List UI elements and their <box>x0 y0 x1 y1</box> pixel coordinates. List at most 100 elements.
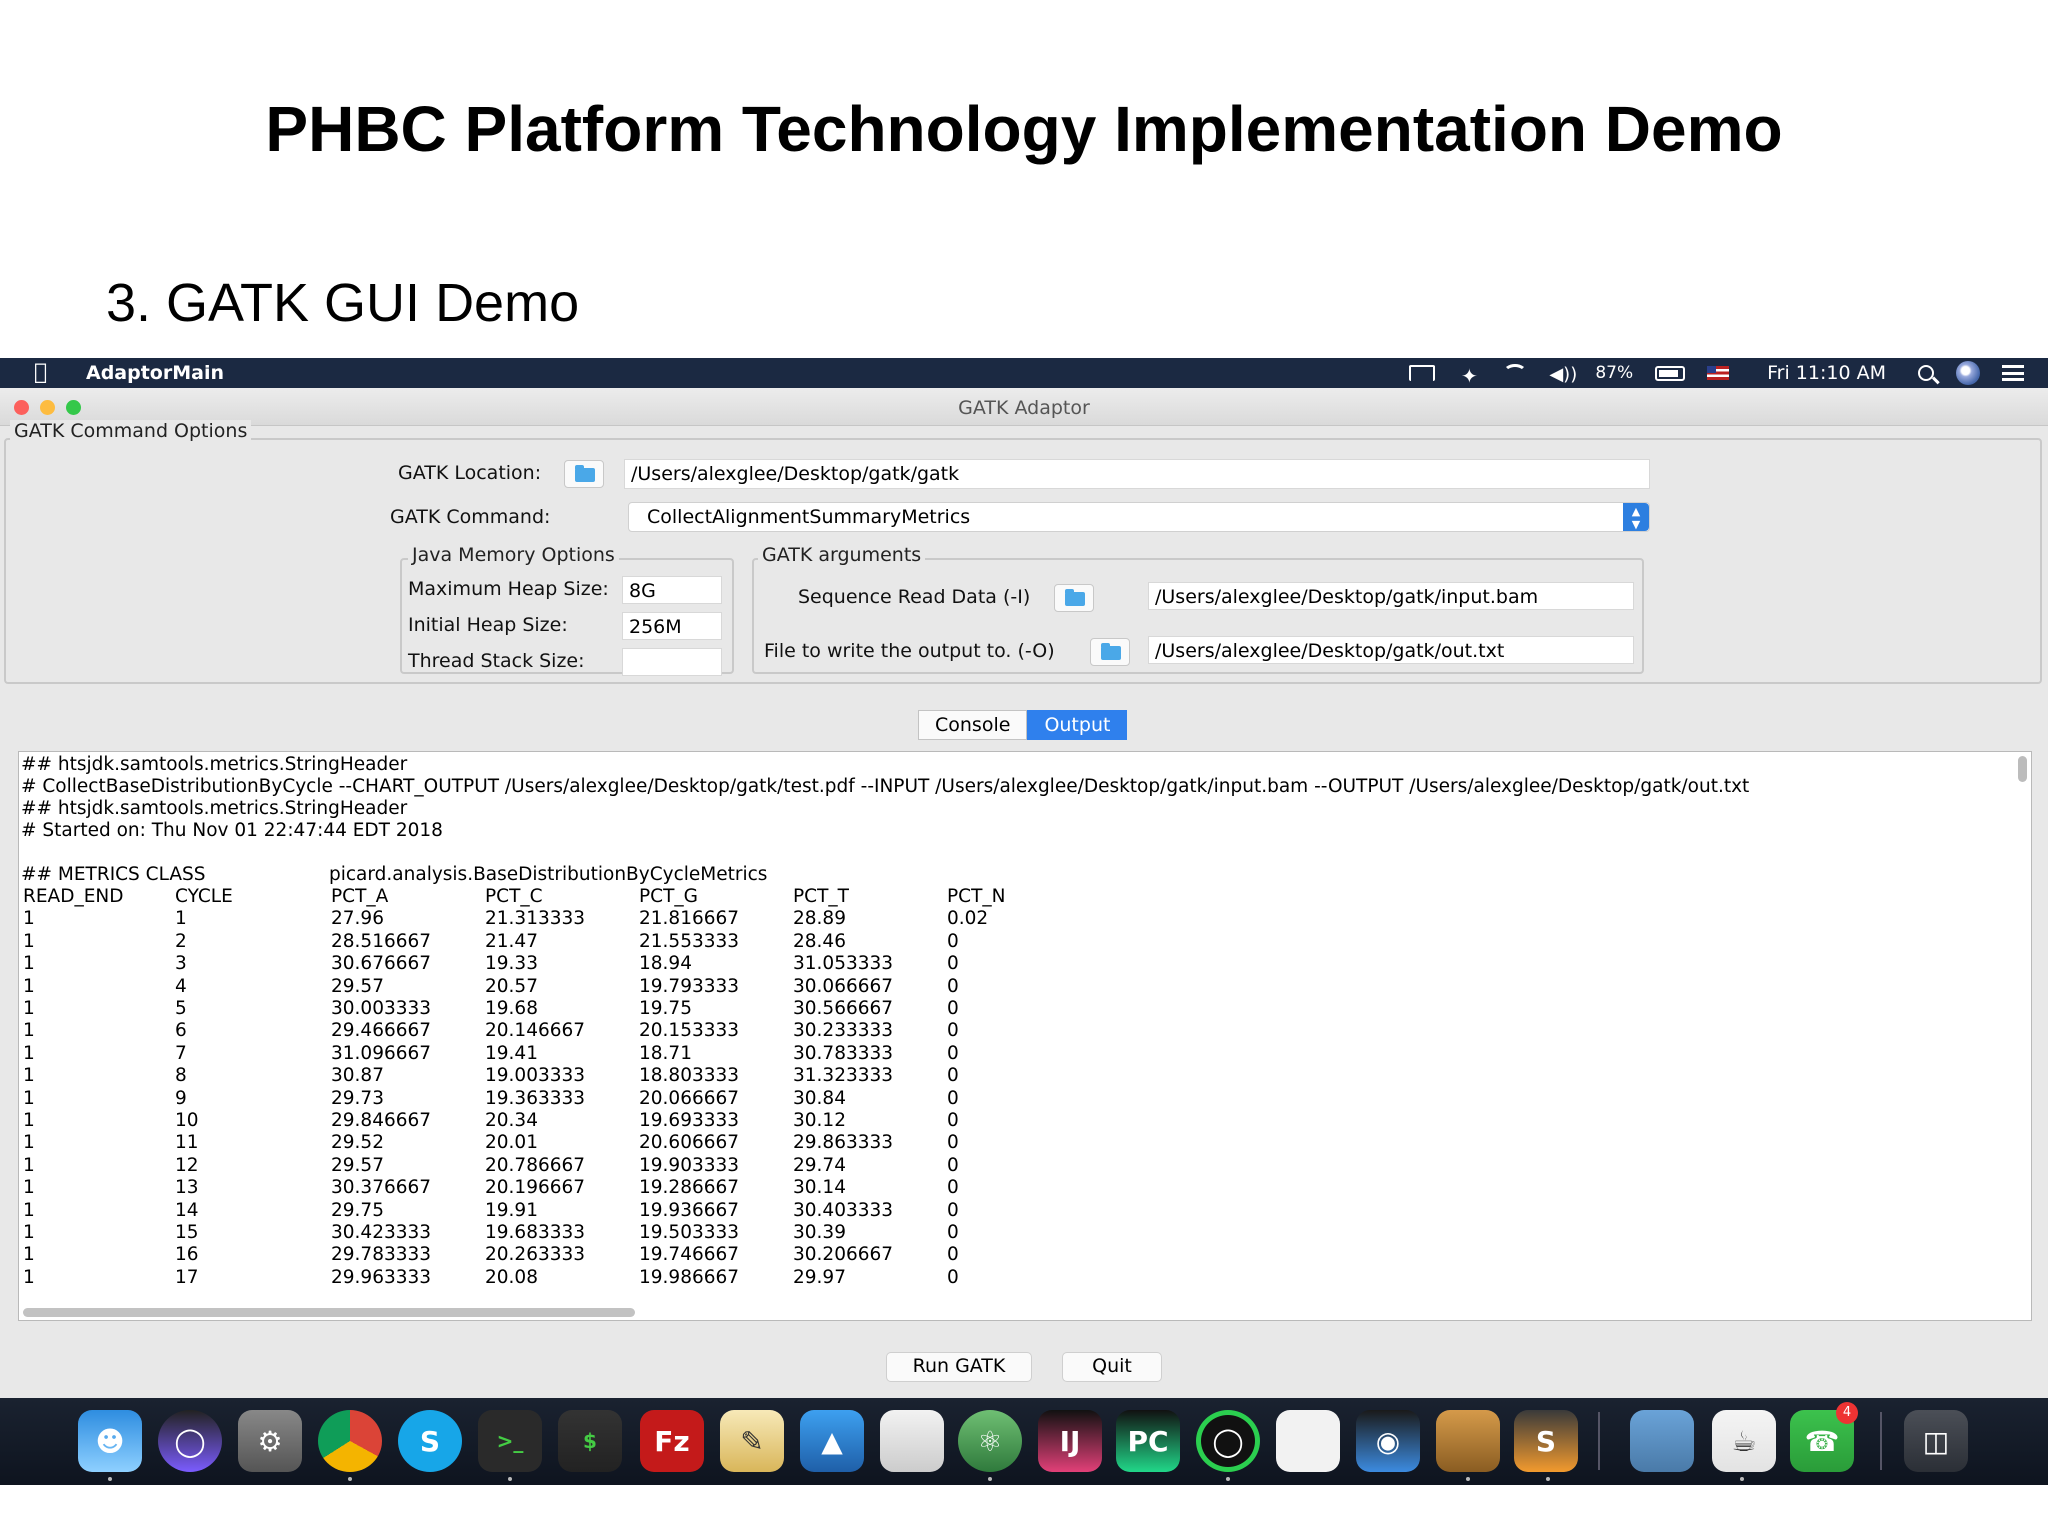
table-cell: 19.986667 <box>639 1266 740 1288</box>
table-cell: 0 <box>947 1087 959 1109</box>
output-text-area[interactable]: ## htsjdk.samtools.metrics.StringHeader … <box>18 751 2032 1321</box>
intellij-icon[interactable]: IJ <box>1038 1410 1102 1472</box>
gatk-command-select[interactable]: CollectAlignmentSummaryMetrics ▲ ▼ <box>628 502 1650 532</box>
input-bam-browse-button[interactable] <box>1054 584 1094 612</box>
kindle-icon[interactable] <box>1276 1410 1340 1472</box>
list-icon[interactable] <box>2002 365 2024 381</box>
menubar:  AdaptorMain ✦ ◀)) 87% Fri 11:10 AM <box>0 358 2048 388</box>
tab-output[interactable]: Output <box>1027 710 1128 740</box>
terminal-alt-icon[interactable]: $ <box>558 1410 622 1472</box>
table-cell: 27.96 <box>331 908 384 930</box>
table-cell: 20.786667 <box>485 1154 586 1176</box>
terminal-icon[interactable]: >_ <box>478 1410 542 1472</box>
spinner-app-icon[interactable]: ◯ <box>1196 1410 1260 1472</box>
table-cell: 1 <box>23 930 35 952</box>
table-cell: 0 <box>947 1065 959 1087</box>
table-cell: 30.566667 <box>793 998 894 1019</box>
running-indicator <box>1466 1477 1470 1481</box>
output-file-field[interactable]: /Users/alexglee/Desktop/gatk/out.txt <box>1148 636 1634 664</box>
initial-heap-label: Initial Heap Size: <box>408 614 568 636</box>
table-cell: 0 <box>947 998 959 1019</box>
menubar-clock[interactable]: Fri 11:10 AM <box>1767 362 1886 384</box>
table-row: 1 6 29.466667 20.146667 20.153333 30.233333 0 <box>21 1020 1221 1042</box>
search-icon[interactable] <box>1918 365 1934 381</box>
gatk-arguments-legend: GATK arguments <box>758 544 926 566</box>
chevron-updown-icon: ▲ ▼ <box>1623 503 1649 531</box>
volume-icon[interactable]: ◀)) <box>1549 364 1577 385</box>
chrome-icon[interactable] <box>318 1410 382 1472</box>
wifi-icon[interactable] <box>1503 364 1528 382</box>
system-preferences-icon[interactable]: ⚙ <box>238 1410 302 1472</box>
skype-icon[interactable]: S <box>398 1410 462 1472</box>
table-cell: 0.02 <box>947 908 989 930</box>
thread-stack-label: Thread Stack Size: <box>408 650 585 672</box>
table-column-header: PCT_G <box>639 886 698 907</box>
table-cell: 30.423333 <box>331 1222 432 1243</box>
table-cell: 30.84 <box>793 1087 846 1109</box>
table-cell: 28.46 <box>793 930 846 952</box>
table-cell: 29.846667 <box>331 1110 432 1131</box>
table-cell: 16 <box>175 1244 199 1266</box>
preview-icon[interactable] <box>1630 1410 1694 1472</box>
table-cell: 18.803333 <box>639 1065 740 1087</box>
run-gatk-button[interactable]: Run GATK <box>886 1352 1032 1382</box>
finder-icon[interactable]: ☻ <box>78 1410 142 1472</box>
box-app-icon[interactable] <box>1436 1410 1500 1472</box>
keynote-icon[interactable]: ▲ <box>800 1410 864 1472</box>
table-cell: 20.146667 <box>485 1020 586 1042</box>
vertical-scrollbar[interactable] <box>2018 756 2027 782</box>
folder-icon <box>575 465 595 482</box>
gatk-location-browse-button[interactable] <box>564 460 604 488</box>
facetime-icon[interactable]: ☎ 4 <box>1790 1402 1858 1472</box>
output-file-label: File to write the output to. (-O) <box>764 640 1055 662</box>
thread-stack-field[interactable] <box>622 648 722 676</box>
battery-icon[interactable] <box>1655 365 1686 381</box>
apple-icon[interactable]:  <box>34 360 47 385</box>
table-cell: 10 <box>175 1110 199 1131</box>
table-cell: 1 <box>23 1244 35 1266</box>
table-cell: 29.74 <box>793 1154 846 1176</box>
tab-console[interactable]: Console <box>918 710 1028 740</box>
table-cell: 7 <box>175 1042 187 1064</box>
table-cell: 1 <box>23 1266 35 1288</box>
siri-icon[interactable]: ◯ <box>158 1410 222 1472</box>
table-cell: 20.263333 <box>485 1244 586 1266</box>
flag-icon[interactable] <box>1707 366 1730 380</box>
pycharm-icon[interactable]: PC <box>1116 1410 1180 1472</box>
max-heap-field[interactable]: 8G <box>622 576 722 604</box>
sublime-icon[interactable]: S <box>1514 1410 1578 1472</box>
java-icon[interactable]: ☕ <box>1712 1410 1776 1472</box>
menubar-app-name[interactable]: AdaptorMain <box>86 362 224 384</box>
table-row: 1 10 29.846667 20.34 19.693333 30.12 0 <box>21 1110 1221 1132</box>
siri-icon[interactable] <box>1956 361 1980 385</box>
input-bam-field[interactable]: /Users/alexglee/Desktop/gatk/input.bam <box>1148 582 1634 610</box>
horizontal-scrollbar[interactable] <box>23 1308 635 1317</box>
gatk-location-field[interactable]: /Users/alexglee/Desktop/gatk/gatk <box>624 459 1650 489</box>
running-indicator <box>508 1477 512 1481</box>
quit-button[interactable]: Quit <box>1062 1352 1162 1382</box>
table-cell: 1 <box>23 1177 35 1199</box>
airplay-icon[interactable] <box>1409 365 1436 381</box>
bluetooth-icon[interactable]: ✦ <box>1457 364 1481 388</box>
battery-percent[interactable]: 87% <box>1595 363 1633 383</box>
pages-icon[interactable] <box>880 1410 944 1472</box>
table-cell: 30.233333 <box>793 1020 894 1042</box>
table-row: 1 4 29.57 20.57 19.793333 30.066667 0 <box>21 976 1221 998</box>
table-cell: 30.87 <box>331 1065 384 1087</box>
quicktime-icon[interactable]: ◉ <box>1356 1410 1420 1472</box>
table-cell: 1 <box>23 975 35 997</box>
textedit-icon[interactable]: ✎ <box>720 1410 784 1472</box>
table-cell: 29.52 <box>331 1132 384 1154</box>
table-cell: 19.75 <box>639 998 692 1019</box>
table-row: 1 13 30.376667 20.196667 19.286667 30.14 0 <box>21 1177 1221 1199</box>
output-file-browse-button[interactable] <box>1090 638 1130 666</box>
filezilla-icon[interactable]: Fz <box>640 1410 704 1472</box>
atom-icon[interactable]: ⚛ <box>958 1410 1022 1472</box>
window-title: GATK Adaptor <box>958 397 1090 419</box>
table-column-header: PCT_C <box>485 886 543 907</box>
gatk-command-label: GATK Command: <box>390 506 551 528</box>
initial-heap-field[interactable]: 256M <box>622 612 722 640</box>
trash-icon[interactable]: ◫ <box>1904 1410 1968 1472</box>
table-row: 1 5 30.003333 19.68 19.75 30.566667 0 <box>21 998 1221 1020</box>
table-cell: 1 <box>175 908 187 930</box>
